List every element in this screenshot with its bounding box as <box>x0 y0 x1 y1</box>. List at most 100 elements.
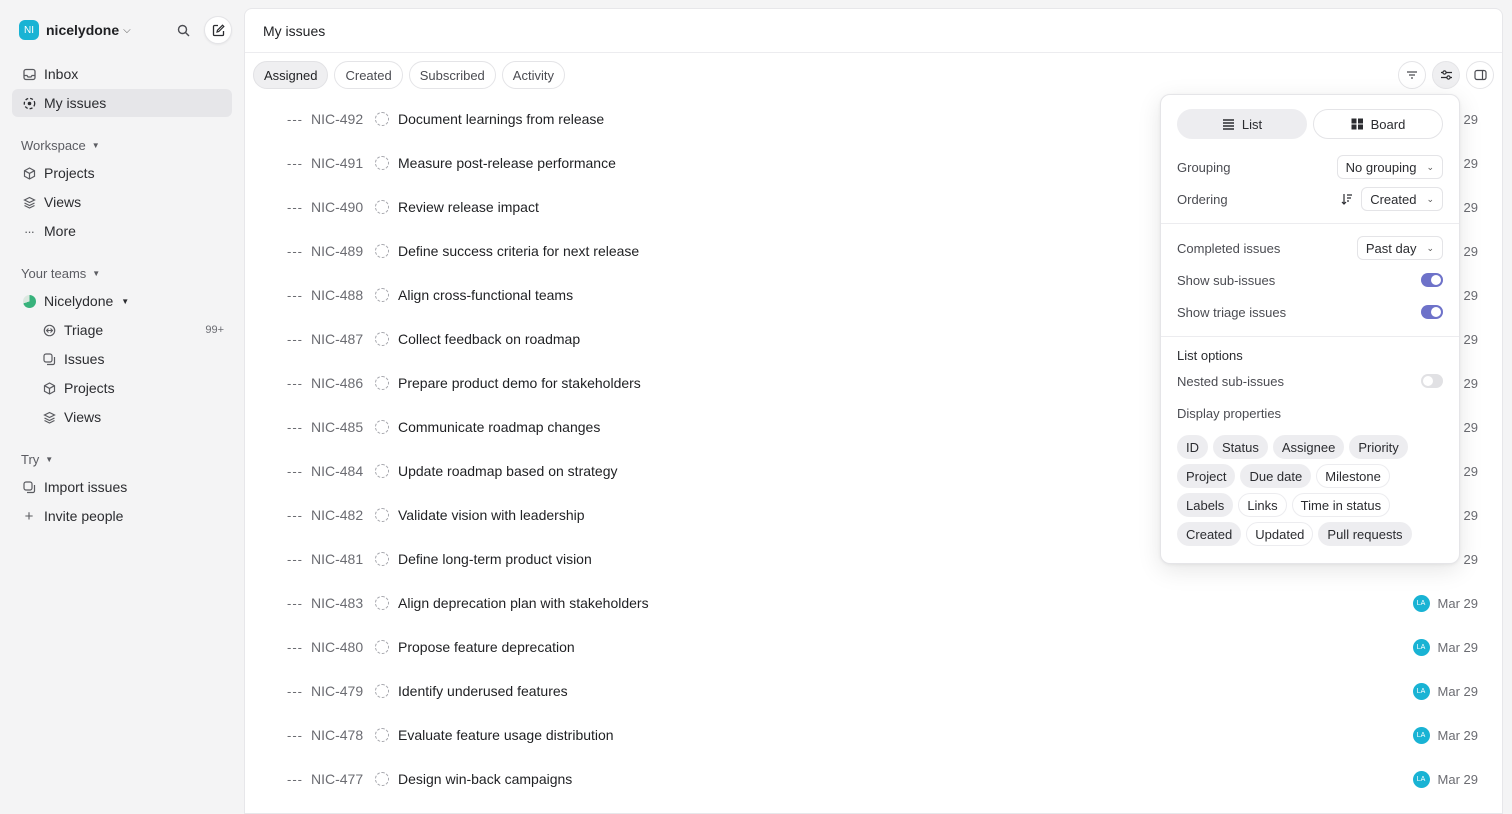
property-chip[interactable]: Status <box>1213 435 1268 459</box>
tab-subscribed[interactable]: Subscribed <box>408 61 496 89</box>
status-backlog-icon[interactable] <box>375 244 389 258</box>
priority-icon[interactable]: --- <box>287 508 303 523</box>
priority-icon[interactable]: --- <box>287 200 303 215</box>
section-try[interactable]: Try ▼ <box>12 445 232 473</box>
team-icon <box>22 294 36 308</box>
toggle-sidebar-button[interactable] <box>1466 61 1494 89</box>
assignee-avatar[interactable]: LA <box>1412 638 1430 656</box>
property-chip[interactable]: Links <box>1238 493 1287 517</box>
sidebar-item-inbox[interactable]: Inbox <box>12 60 232 88</box>
priority-icon[interactable]: --- <box>287 684 303 699</box>
issue-title: Communicate roadmap changes <box>398 419 601 435</box>
property-chip[interactable]: Pull requests <box>1318 522 1412 546</box>
ordering-select[interactable]: Created ⌄ <box>1361 187 1443 211</box>
divider <box>1161 223 1459 224</box>
chevron-down-icon[interactable]: ⌵ <box>123 25 131 36</box>
section-workspace[interactable]: Workspace ▼ <box>12 131 232 159</box>
tab-assigned[interactable]: Assigned <box>253 61 329 89</box>
sidebar-item-my-issues[interactable]: My issues <box>12 89 232 117</box>
property-chip[interactable]: Due date <box>1240 464 1312 488</box>
property-chip[interactable]: Assignee <box>1272 435 1345 459</box>
sliders-icon <box>1440 70 1452 80</box>
priority-icon[interactable]: --- <box>287 112 303 127</box>
status-backlog-icon[interactable] <box>375 508 389 522</box>
priority-icon[interactable]: --- <box>287 728 303 743</box>
sidebar-item-views[interactable]: Views <box>12 188 232 216</box>
grouping-select[interactable]: No grouping ⌄ <box>1336 155 1443 179</box>
sidebar-item-more[interactable]: ··· More <box>12 217 232 245</box>
property-chip[interactable]: Created <box>1177 522 1242 546</box>
property-chip[interactable]: ID <box>1177 435 1208 459</box>
show-triage-toggle[interactable] <box>1421 305 1443 319</box>
issue-title: Propose feature deprecation <box>398 639 575 655</box>
sidebar-item-issues[interactable]: Issues <box>12 345 232 373</box>
layout-list-button[interactable]: List <box>1177 109 1307 139</box>
priority-icon[interactable]: --- <box>287 772 303 787</box>
issue-row[interactable]: --- NIC-478 Evaluate feature usage distrib… <box>245 713 1502 757</box>
status-backlog-icon[interactable] <box>375 772 389 786</box>
status-backlog-icon[interactable] <box>375 156 389 170</box>
sidebar-item-team-projects[interactable]: Projects <box>12 374 232 402</box>
sidebar-item-projects[interactable]: Projects <box>12 159 232 187</box>
status-backlog-icon[interactable] <box>375 684 389 698</box>
completed-select[interactable]: Past day ⌄ <box>1356 236 1443 260</box>
status-backlog-icon[interactable] <box>375 200 389 214</box>
grouping-label: Grouping <box>1177 159 1231 175</box>
priority-icon[interactable]: --- <box>287 288 303 303</box>
priority-icon[interactable]: --- <box>287 332 303 347</box>
priority-icon[interactable]: --- <box>287 420 303 435</box>
triage-icon <box>42 323 56 337</box>
issue-row[interactable]: --- NIC-483 Align deprecation plan with st… <box>245 581 1502 625</box>
property-chip[interactable]: Project <box>1177 464 1236 488</box>
section-your-teams[interactable]: Your teams ▼ <box>12 259 232 287</box>
status-backlog-icon[interactable] <box>375 420 389 434</box>
assignee-avatar[interactable]: LA <box>1412 726 1430 744</box>
issue-row[interactable]: --- NIC-480 Propose feature deprecation LA M… <box>245 625 1502 669</box>
priority-icon[interactable]: --- <box>287 464 303 479</box>
section-label: Workspace <box>21 137 86 153</box>
assignee-avatar[interactable]: LA <box>1412 594 1430 612</box>
priority-icon[interactable]: --- <box>287 552 303 567</box>
layout-board-button[interactable]: Board <box>1313 109 1443 139</box>
priority-icon[interactable]: --- <box>287 596 303 611</box>
priority-icon[interactable]: --- <box>287 244 303 259</box>
property-chip[interactable]: Updated <box>1246 522 1314 546</box>
property-chip[interactable]: Time in status <box>1291 493 1391 517</box>
status-backlog-icon[interactable] <box>375 596 389 610</box>
issue-row[interactable]: --- NIC-477 Design win-back campaigns LA Mar… <box>245 757 1502 801</box>
status-backlog-icon[interactable] <box>375 376 389 390</box>
sidebar-item-import-issues[interactable]: Import issues <box>12 473 232 501</box>
filter-button[interactable] <box>1398 61 1426 89</box>
new-issue-button[interactable] <box>204 16 232 44</box>
tab-activity[interactable]: Activity <box>501 61 565 89</box>
sort-direction-icon[interactable] <box>1341 193 1353 205</box>
nested-sub-issues-toggle[interactable] <box>1421 374 1443 388</box>
tab-created[interactable]: Created <box>334 61 403 89</box>
sidebar-item-triage[interactable]: Triage 99+ <box>12 316 232 344</box>
property-chip[interactable]: Labels <box>1177 493 1234 517</box>
assignee-avatar[interactable]: LA <box>1412 682 1430 700</box>
status-backlog-icon[interactable] <box>375 552 389 566</box>
sidebar-item-team-views[interactable]: Views <box>12 403 232 431</box>
show-sub-issues-toggle[interactable] <box>1421 273 1443 287</box>
status-backlog-icon[interactable] <box>375 112 389 126</box>
status-backlog-icon[interactable] <box>375 332 389 346</box>
status-backlog-icon[interactable] <box>375 728 389 742</box>
status-backlog-icon[interactable] <box>375 464 389 478</box>
priority-icon[interactable]: --- <box>287 640 303 655</box>
priority-icon[interactable]: --- <box>287 156 303 171</box>
search-button[interactable] <box>172 19 194 41</box>
property-chip[interactable]: Milestone <box>1316 464 1390 488</box>
assignee-avatar[interactable]: LA <box>1412 770 1430 788</box>
issue-row[interactable]: --- NIC-479 Identify underused features LA M… <box>245 669 1502 713</box>
status-backlog-icon[interactable] <box>375 640 389 654</box>
sidebar-item-team[interactable]: Nicelydone ▼ <box>12 287 232 315</box>
status-backlog-icon[interactable] <box>375 288 389 302</box>
display-options-button[interactable] <box>1432 61 1460 89</box>
sidebar-item-invite-people[interactable]: + Invite people <box>12 502 232 530</box>
priority-icon[interactable]: --- <box>287 376 303 391</box>
display-properties-label: Display properties <box>1177 405 1282 421</box>
workspace-name[interactable]: nicelydone <box>46 22 119 38</box>
property-chip[interactable]: Priority <box>1349 435 1408 459</box>
workspace-avatar[interactable]: NI <box>19 20 39 40</box>
